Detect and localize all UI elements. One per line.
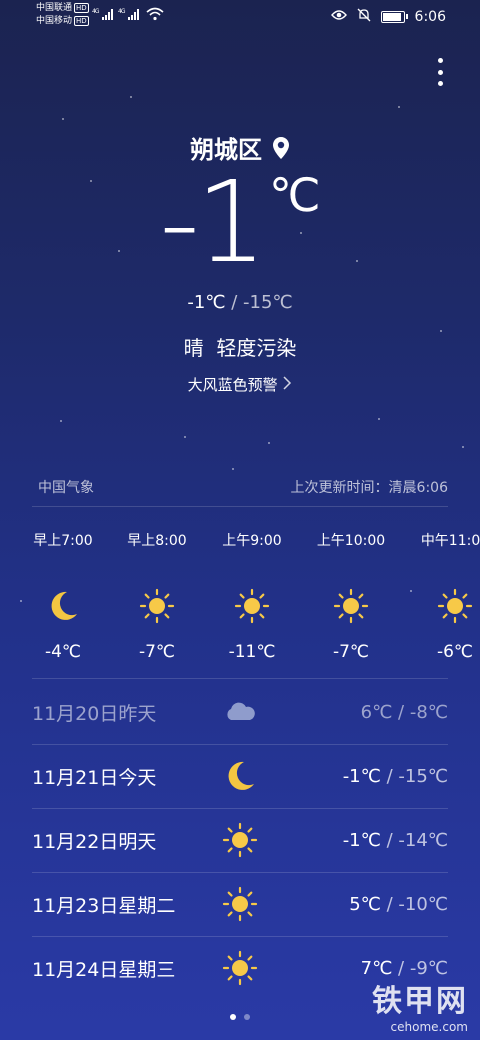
day-range: 6℃ / -8℃ [360,701,448,723]
day-date: 11月23日星期二 [32,894,176,917]
today-high: -1℃ [187,292,226,313]
divider [32,506,448,507]
sun-icon [222,886,258,922]
cloud-icon [222,694,258,730]
day-low: -10℃ [398,893,448,915]
hourly-forecast[interactable]: 早上7:00 -4℃ 早上8:00 -7℃ 上午9:00 -11℃ 上午10:0… [0,530,480,660]
temp-unit: ℃ [269,168,321,222]
day-date: 11月24日星期三 [32,958,176,981]
hour-temp: -7℃ [332,642,370,660]
watermark-brand: 铁甲网 [372,984,468,1019]
day-low: -8℃ [409,701,448,723]
hourly-item: 早上8:00 -7℃ [112,530,202,660]
status-bar: 中国联通 HD 中国移动 HD 4G 4G 6:06 [0,0,480,34]
day-high: -1℃ [342,829,381,851]
hd-badge: HD [74,15,89,26]
day-range: -1℃ / -15℃ [342,765,448,787]
moon-icon [45,588,81,624]
daily-row[interactable]: 11月22日明天 -1℃ / -14℃ [32,808,448,873]
day-low: -14℃ [398,829,448,851]
chevron-right-icon [282,376,292,394]
signal-icon: 4G [92,7,114,24]
day-date: 11月22日明天 [32,830,157,853]
hd-badge: HD [74,2,89,13]
hourly-item: 上午9:00 -11℃ [207,530,297,660]
hourly-item: 上午10:00 -7℃ [306,530,396,660]
daily-row[interactable]: 11月21日今天 -1℃ / -15℃ [32,744,448,809]
day-date: 11月20日昨天 [32,702,157,725]
carrier-1: 中国联通 [36,3,73,13]
today-range: -1℃ / -15℃ [0,292,480,313]
sun-icon [333,588,369,624]
weather-warning-link[interactable]: 大风蓝色预警 [0,374,480,395]
last-updated: 上次更新时间：清晨6:06 [290,480,448,496]
day-high: 6℃ [360,701,393,723]
warning-text: 大风蓝色预警 [187,376,278,394]
day-range: 5℃ / -10℃ [349,893,448,915]
data-source-row: 中国气象 上次更新时间：清晨6:06 [38,477,448,497]
watermark-site: cehome.com [390,1020,468,1034]
range-separator: / [225,292,244,313]
current-temperature: -1 ℃ [0,160,480,286]
today-low: -15℃ [243,292,293,313]
battery-icon [380,11,408,23]
more-menu-button[interactable] [434,58,446,86]
day-range: -1℃ / -14℃ [342,829,448,851]
svg-text:4G: 4G [118,8,126,15]
sun-icon [139,588,175,624]
wifi-icon [146,7,164,24]
moon-icon [222,758,258,794]
divider [32,678,448,679]
page-dot[interactable] [244,1014,250,1020]
hour-temp: -4℃ [44,642,82,660]
data-provider: 中国气象 [38,480,94,496]
weather-condition: 晴 轻度污染 [183,336,297,360]
svg-text:4G: 4G [92,8,100,15]
daily-row[interactable]: 11月20日昨天 6℃ / -8℃ [32,680,448,745]
sun-icon [234,588,270,624]
mute-bell-icon [357,8,371,26]
hour-time: 中午11:00 [420,533,480,549]
day-high: 5℃ [349,893,381,915]
sun-icon [222,950,258,986]
hourly-item: 早上7:00 -4℃ [18,530,108,660]
carrier-info: 中国联通 HD 中国移动 HD [36,2,89,28]
day-high: -1℃ [342,765,381,787]
signal-icon: 4G [118,7,140,24]
hour-temp: -11℃ [228,642,276,660]
day-date: 11月21日今天 [32,766,157,789]
watermark-logo: 铁甲网 cehome.com [372,976,468,1034]
sun-icon [222,822,258,858]
day-low: -15℃ [398,765,448,787]
sun-icon [437,588,473,624]
daily-row[interactable]: 11月23日星期二 5℃ / -10℃ [32,872,448,937]
hour-time: 上午10:00 [316,533,386,549]
carrier-2: 中国移动 [36,16,73,26]
hour-temp: -7℃ [138,642,176,660]
hour-time: 早上8:00 [127,533,187,549]
clock: 6:06 [414,9,446,25]
status-right: 6:06 [330,8,446,26]
hourly-item: 中午11:00 -6℃ [410,530,480,660]
eye-icon [330,9,347,25]
page-dot-active[interactable] [230,1014,236,1020]
hour-temp: -6℃ [436,642,474,660]
hour-time: 上午9:00 [222,533,282,549]
hour-time: 早上7:00 [33,533,93,549]
temp-value: -1 [159,158,267,288]
